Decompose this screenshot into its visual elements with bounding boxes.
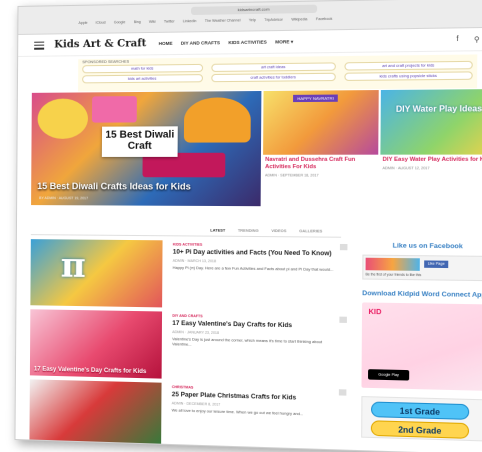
facebook-like-button[interactable]: Like Page	[424, 260, 449, 269]
bookmark[interactable]: Facebook	[316, 17, 332, 21]
pi-day-thumbnail[interactable]: π	[30, 239, 163, 308]
content-tabs: LATEST TRENDING VIDEOS GALLERIES	[210, 228, 322, 233]
article-body: DIY AND CRAFTS 17 Easy Valentine's Day C…	[162, 311, 352, 383]
facebook-widget-text: Be the first of your friends to like thi…	[365, 272, 422, 278]
menu-icon[interactable]	[34, 41, 45, 50]
app-widget-title: Download Kidpid Word Connect App	[362, 289, 482, 300]
featured-grid: 15 Best Diwali Craft 15 Best Diwali Craf…	[31, 89, 482, 208]
facebook-icon[interactable]: f	[456, 36, 458, 44]
nav-diy-and-crafts[interactable]: DIY AND CRAFTS	[181, 40, 220, 47]
nav-more[interactable]: MORE ▾	[275, 39, 293, 45]
facebook-widget[interactable]: Like Page Be the first of your friends t…	[362, 254, 482, 282]
featured-badge-text: 15 Best Diwali Craft	[105, 129, 175, 152]
search-icon[interactable]: ⚲	[474, 35, 480, 44]
article-excerpt: Valentine's Day is just around the corne…	[172, 336, 323, 347]
sponsored-link[interactable]: craft activities for toddlers	[211, 72, 336, 83]
featured-card-navratri[interactable]: HAPPY NAVRATRI Navratri and Dussehra Cra…	[262, 90, 379, 207]
card-meta: ADMIN · AUGUST 12, 2017	[382, 166, 430, 171]
bookmark[interactable]: The Weather Channel	[205, 18, 241, 23]
share-icon[interactable]	[338, 389, 347, 396]
tab-galleries[interactable]: GALLERIES	[299, 229, 322, 233]
article-excerpt: Happy Pi (π) Day. Here are a few Fun Act…	[172, 265, 334, 272]
grade-button-2[interactable]: 2nd Grade	[370, 420, 470, 439]
article-list: π KIDS ACTIVITIES 10+ Pi Day activities …	[29, 239, 351, 452]
bookmark[interactable]: Wikipedia	[291, 17, 307, 21]
sponsored-link[interactable]: kids art activities	[82, 74, 204, 84]
url-bar[interactable]: kidsartncraft.com	[190, 4, 318, 16]
site-logo[interactable]: Kids Art & Craft	[54, 38, 146, 50]
list-item[interactable]: CHRISTMAS 25 Paper Plate Christmas Craft…	[29, 379, 350, 452]
header-icons: f ⚲	[456, 35, 479, 44]
craft-wreath-image	[37, 98, 89, 139]
tabs-divider	[30, 234, 342, 238]
article-body: KIDS ACTIVITIES 10+ Pi Day activities an…	[162, 240, 352, 310]
bookmark[interactable]: LinkedIn	[183, 19, 197, 23]
navratri-banner: HAPPY NAVRATRI	[293, 94, 339, 103]
diya-image	[183, 97, 251, 143]
navratri-image: HAPPY NAVRATRI	[263, 90, 379, 155]
featured-title[interactable]: 15 Best Diwali Crafts Ideas for Kids	[37, 181, 252, 192]
app-logo: KID	[368, 308, 382, 317]
grade-button-1[interactable]: 1st Grade	[370, 401, 470, 420]
bookmark[interactable]: iCloud	[96, 21, 106, 25]
tab-latest[interactable]: LATEST	[210, 228, 225, 232]
card-meta: ADMIN · SEPTEMBER 18, 2017	[265, 173, 319, 178]
bookmark[interactable]: Apple	[78, 21, 87, 25]
nav-kids-activities[interactable]: KIDS ACTIVITIES	[228, 39, 266, 46]
bookmarks-bar: Apple iCloud Google Bing Wiki Twitter Li…	[78, 15, 451, 25]
tab-trending[interactable]: TRENDING	[238, 229, 259, 233]
bookmark[interactable]: Yelp	[249, 18, 256, 22]
sponsored-searches: SPONSORED SEARCHES math for kids art cra…	[78, 54, 478, 92]
water-play-image: DIY Water Play Ideas	[380, 89, 482, 155]
article-excerpt: We all love to enjoy our leisure time. W…	[171, 407, 304, 416]
nav-home[interactable]: HOME	[159, 40, 173, 46]
list-item[interactable]: 17 Easy Valentine's Day Crafts for Kids …	[29, 309, 352, 383]
card-title[interactable]: Navratri and Dussehra Craft Fun Activiti…	[263, 155, 378, 172]
app-promo-banner[interactable]: KID Google Play	[361, 302, 482, 392]
article-body: CHRISTMAS 25 Paper Plate Christmas Craft…	[161, 383, 351, 452]
grade-banner: 1st Grade 2nd Grade	[361, 396, 482, 442]
bookmark[interactable]: TripAdvisor	[264, 18, 283, 22]
share-icon[interactable]	[339, 243, 348, 251]
christmas-thumbnail[interactable]	[29, 379, 162, 450]
laptop-screen: kidsartncraft.com Apple iCloud Google Bi…	[14, 0, 482, 452]
photo-scene: kidsartncraft.com Apple iCloud Google Bi…	[0, 0, 482, 452]
featured-main-post[interactable]: 15 Best Diwali Craft 15 Best Diwali Craf…	[31, 90, 262, 207]
bookmark[interactable]: Bing	[134, 20, 141, 24]
list-item[interactable]: π KIDS ACTIVITIES 10+ Pi Day activities …	[30, 239, 351, 310]
featured-meta: BY ADMIN · AUGUST 19, 2017	[39, 196, 89, 201]
article-category[interactable]: KIDS ACTIVITIES	[173, 242, 341, 248]
sponsored-link[interactable]: kids crafts using popsicle sticks	[344, 71, 473, 81]
bookmark[interactable]: Wiki	[149, 20, 156, 24]
sidebar: Like us on Facebook Like Page Be the fir…	[361, 242, 482, 442]
share-icon[interactable]	[339, 316, 347, 323]
pi-symbol-icon: π	[60, 245, 86, 286]
featured-card-water-play[interactable]: DIY Water Play Ideas DIY Easy Water Play…	[380, 89, 482, 208]
sponsored-link[interactable]: math for kids	[82, 63, 204, 74]
craft-flowers-image	[91, 96, 137, 123]
water-play-image-text: DIY Water Play Ideas	[395, 103, 482, 114]
valentine-image-text: 17 Easy Valentine's Day Crafts for Kids	[33, 366, 147, 376]
main-nav: HOME DIY AND CRAFTS KIDS ACTIVITIES MORE…	[159, 39, 294, 47]
article-title[interactable]: 10+ Pi Day activities and Facts (You Nee…	[173, 249, 341, 258]
sponsored-link[interactable]: art craft ideas	[211, 62, 336, 72]
article-meta: ADMIN · JANUARY 23, 2018	[172, 329, 220, 335]
tab-videos[interactable]: VIDEOS	[271, 229, 286, 233]
card-title[interactable]: DIY Easy Water Play Activities for Kids	[380, 155, 482, 165]
bookmark[interactable]: Twitter	[164, 19, 175, 23]
sponsored-link[interactable]: art and craft projects for kids	[344, 60, 473, 71]
google-play-button[interactable]: Google Play	[367, 369, 410, 381]
facebook-cover-image	[365, 257, 420, 271]
facebook-widget-title: Like us on Facebook	[392, 242, 463, 251]
bookmark[interactable]: Google	[114, 20, 126, 24]
article-meta: ADMIN · MARCH 13, 2018	[172, 258, 217, 263]
featured-badge: 15 Best Diwali Craft	[101, 126, 178, 157]
valentine-thumbnail[interactable]: 17 Easy Valentine's Day Crafts for Kids	[29, 309, 163, 379]
sponsored-grid: math for kids art craft ideas art and cr…	[78, 60, 477, 84]
